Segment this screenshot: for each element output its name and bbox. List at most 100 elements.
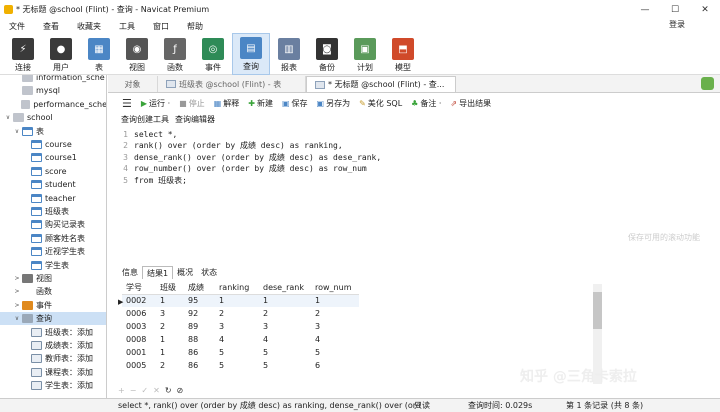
tree-item[interactable]: 学生表 [0,259,106,272]
tab-result1[interactable]: 结果1 [142,266,174,279]
table-cell[interactable]: 0001 [122,346,156,359]
tree-item[interactable]: teacher [0,192,106,205]
tree-toggle-icon[interactable]: ∨ [13,128,21,135]
run-button[interactable]: ▶ 运行 · [141,98,170,109]
tab-query-builder[interactable]: 查询创建工具 [118,114,172,126]
close-button[interactable]: ✕ [690,0,720,19]
tree-item[interactable]: mysql [0,84,106,97]
tree-item[interactable]: > 函数 [0,285,106,298]
menu-tools[interactable]: 工具 [110,21,144,32]
menu-file[interactable]: 文件 [0,21,34,32]
tree-toggle-icon[interactable]: > [13,288,21,295]
maximize-button[interactable]: ☐ [660,0,690,19]
tab-query-editor[interactable]: 查询编辑器 [172,114,218,126]
tree-item[interactable]: student [0,178,106,191]
table-cell[interactable]: 1 [156,294,184,307]
tree-toggle-icon[interactable]: ∨ [4,114,12,121]
tree-item[interactable]: 班级表 [0,205,106,218]
table-cell[interactable]: 1 [215,294,259,307]
table-cell[interactable]: 88 [184,333,215,346]
table-cell[interactable]: 0008 [122,333,156,346]
table-cell[interactable]: 2 [259,307,311,320]
table-row[interactable]: 0008 1 88 4 4 4 [122,333,359,346]
refresh-grid-icon[interactable]: ↻ [165,386,172,395]
table-cell[interactable]: 1 [311,294,359,307]
tab-profile[interactable]: 概况 [173,266,197,279]
note-button[interactable]: ♣ 备注 · [411,98,441,109]
tree-item[interactable]: 成绩表：添加 [0,339,106,352]
toolbar-table-button[interactable]: ▦ 表 [80,33,118,75]
scrollbar-thumb[interactable] [593,292,602,329]
stop-grid-icon[interactable]: ⊘ [177,386,184,395]
explain-button[interactable]: ▦ 解释 [214,98,240,109]
tree-item[interactable]: 顾客姓名表 [0,232,106,245]
column-header[interactable]: ranking [215,281,259,295]
save-button[interactable]: ▣ 保存 [282,98,308,109]
refresh-icon[interactable] [701,77,714,90]
menu-icon[interactable]: ☰ [122,97,132,110]
tree-item[interactable]: ∨ 表 [0,125,106,138]
table-cell[interactable]: 0005 [122,359,156,372]
tree-item[interactable]: 课程表：添加 [0,366,106,379]
tree-toggle-icon[interactable]: ∨ [13,315,21,322]
table-cell[interactable]: 4 [311,333,359,346]
table-cell[interactable]: 2 [156,359,184,372]
stop-button[interactable]: ■ 停止 [179,98,205,109]
table-cell[interactable]: 0006 [122,307,156,320]
table-cell[interactable]: 1 [156,333,184,346]
toolbar-connect-button[interactable]: ⚡ 连接 [4,33,42,75]
tree-item[interactable]: > 事件 [0,299,106,312]
menu-view[interactable]: 查看 [34,21,68,32]
cancel-icon[interactable]: ✕ [153,386,160,395]
table-cell[interactable]: 4 [259,333,311,346]
column-header[interactable]: 学号 [122,281,156,295]
tree-toggle-icon[interactable]: > [13,302,21,309]
table-cell[interactable]: 89 [184,320,215,333]
table-row[interactable]: 0006 3 92 2 2 2 [122,307,359,320]
table-cell[interactable]: 5 [311,346,359,359]
menu-window[interactable]: 窗口 [144,21,178,32]
toolbar-query-button[interactable]: ▤ 查询 [232,33,270,75]
save-as-button[interactable]: ▣ 另存为 [317,98,351,109]
add-record-icon[interactable]: + [118,386,125,395]
toolbar-report-button[interactable]: ▥ 报表 [270,33,308,75]
tree-item[interactable]: course [0,138,106,151]
tree-item[interactable]: 购买记录表 [0,218,106,231]
column-header[interactable]: row_num [311,281,359,295]
new-button[interactable]: ✚ 新建 [248,98,273,109]
delete-record-icon[interactable]: − [130,386,137,395]
column-header[interactable]: 成绩 [184,281,215,295]
table-cell[interactable]: 5 [215,359,259,372]
column-header[interactable]: dese_rank [259,281,311,295]
tree-item[interactable]: 教师表：添加 [0,352,106,365]
tree-item[interactable]: information_sche [0,75,106,84]
column-header[interactable]: 班级 [156,281,184,295]
sql-editor[interactable]: 1 select *, 2 rank() over (order by 成绩 desc… [118,127,600,264]
table-row[interactable]: 0003 2 89 3 3 3 [122,320,359,333]
table-row[interactable]: 0005 2 86 5 5 6 [122,359,359,372]
tree-item[interactable]: ∨ school [0,111,106,124]
menu-favorites[interactable]: 收藏夹 [68,21,110,32]
tab-objects[interactable]: 对象 [108,76,158,92]
tree-item[interactable]: 班级表：添加 [0,326,106,339]
tab-class-table[interactable]: 班级表 @school (Flint) - 表 [158,76,306,92]
toolbar-schedule-button[interactable]: ▣ 计划 [346,33,384,75]
toolbar-model-button[interactable]: ⬒ 模型 [384,33,422,75]
toolbar-event-button[interactable]: ◎ 事件 [194,33,232,75]
table-cell[interactable]: 5 [259,346,311,359]
export-result-button[interactable]: ⇗ 导出结果 [450,98,491,109]
table-cell[interactable]: 86 [184,346,215,359]
table-cell[interactable]: 2 [311,307,359,320]
tree-item[interactable]: > 视图 [0,272,106,285]
toolbar-function-button[interactable]: ƒ 函数 [156,33,194,75]
tab-untitled-query[interactable]: * 无标题 @school (Flint) - 查... [306,76,456,92]
tree-item[interactable]: 近视学生表 [0,245,106,258]
table-row[interactable]: 0001 1 86 5 5 5 [122,346,359,359]
tree-item[interactable]: 学生表：添加 [0,379,106,392]
table-cell[interactable]: 5 [215,346,259,359]
toolbar-backup-button[interactable]: ◙ 备份 [308,33,346,75]
tree-item[interactable]: performance_sche [0,98,106,111]
menu-help[interactable]: 帮助 [178,21,212,32]
tree-item[interactable]: course1 [0,151,106,164]
tree-item[interactable]: score [0,165,106,178]
